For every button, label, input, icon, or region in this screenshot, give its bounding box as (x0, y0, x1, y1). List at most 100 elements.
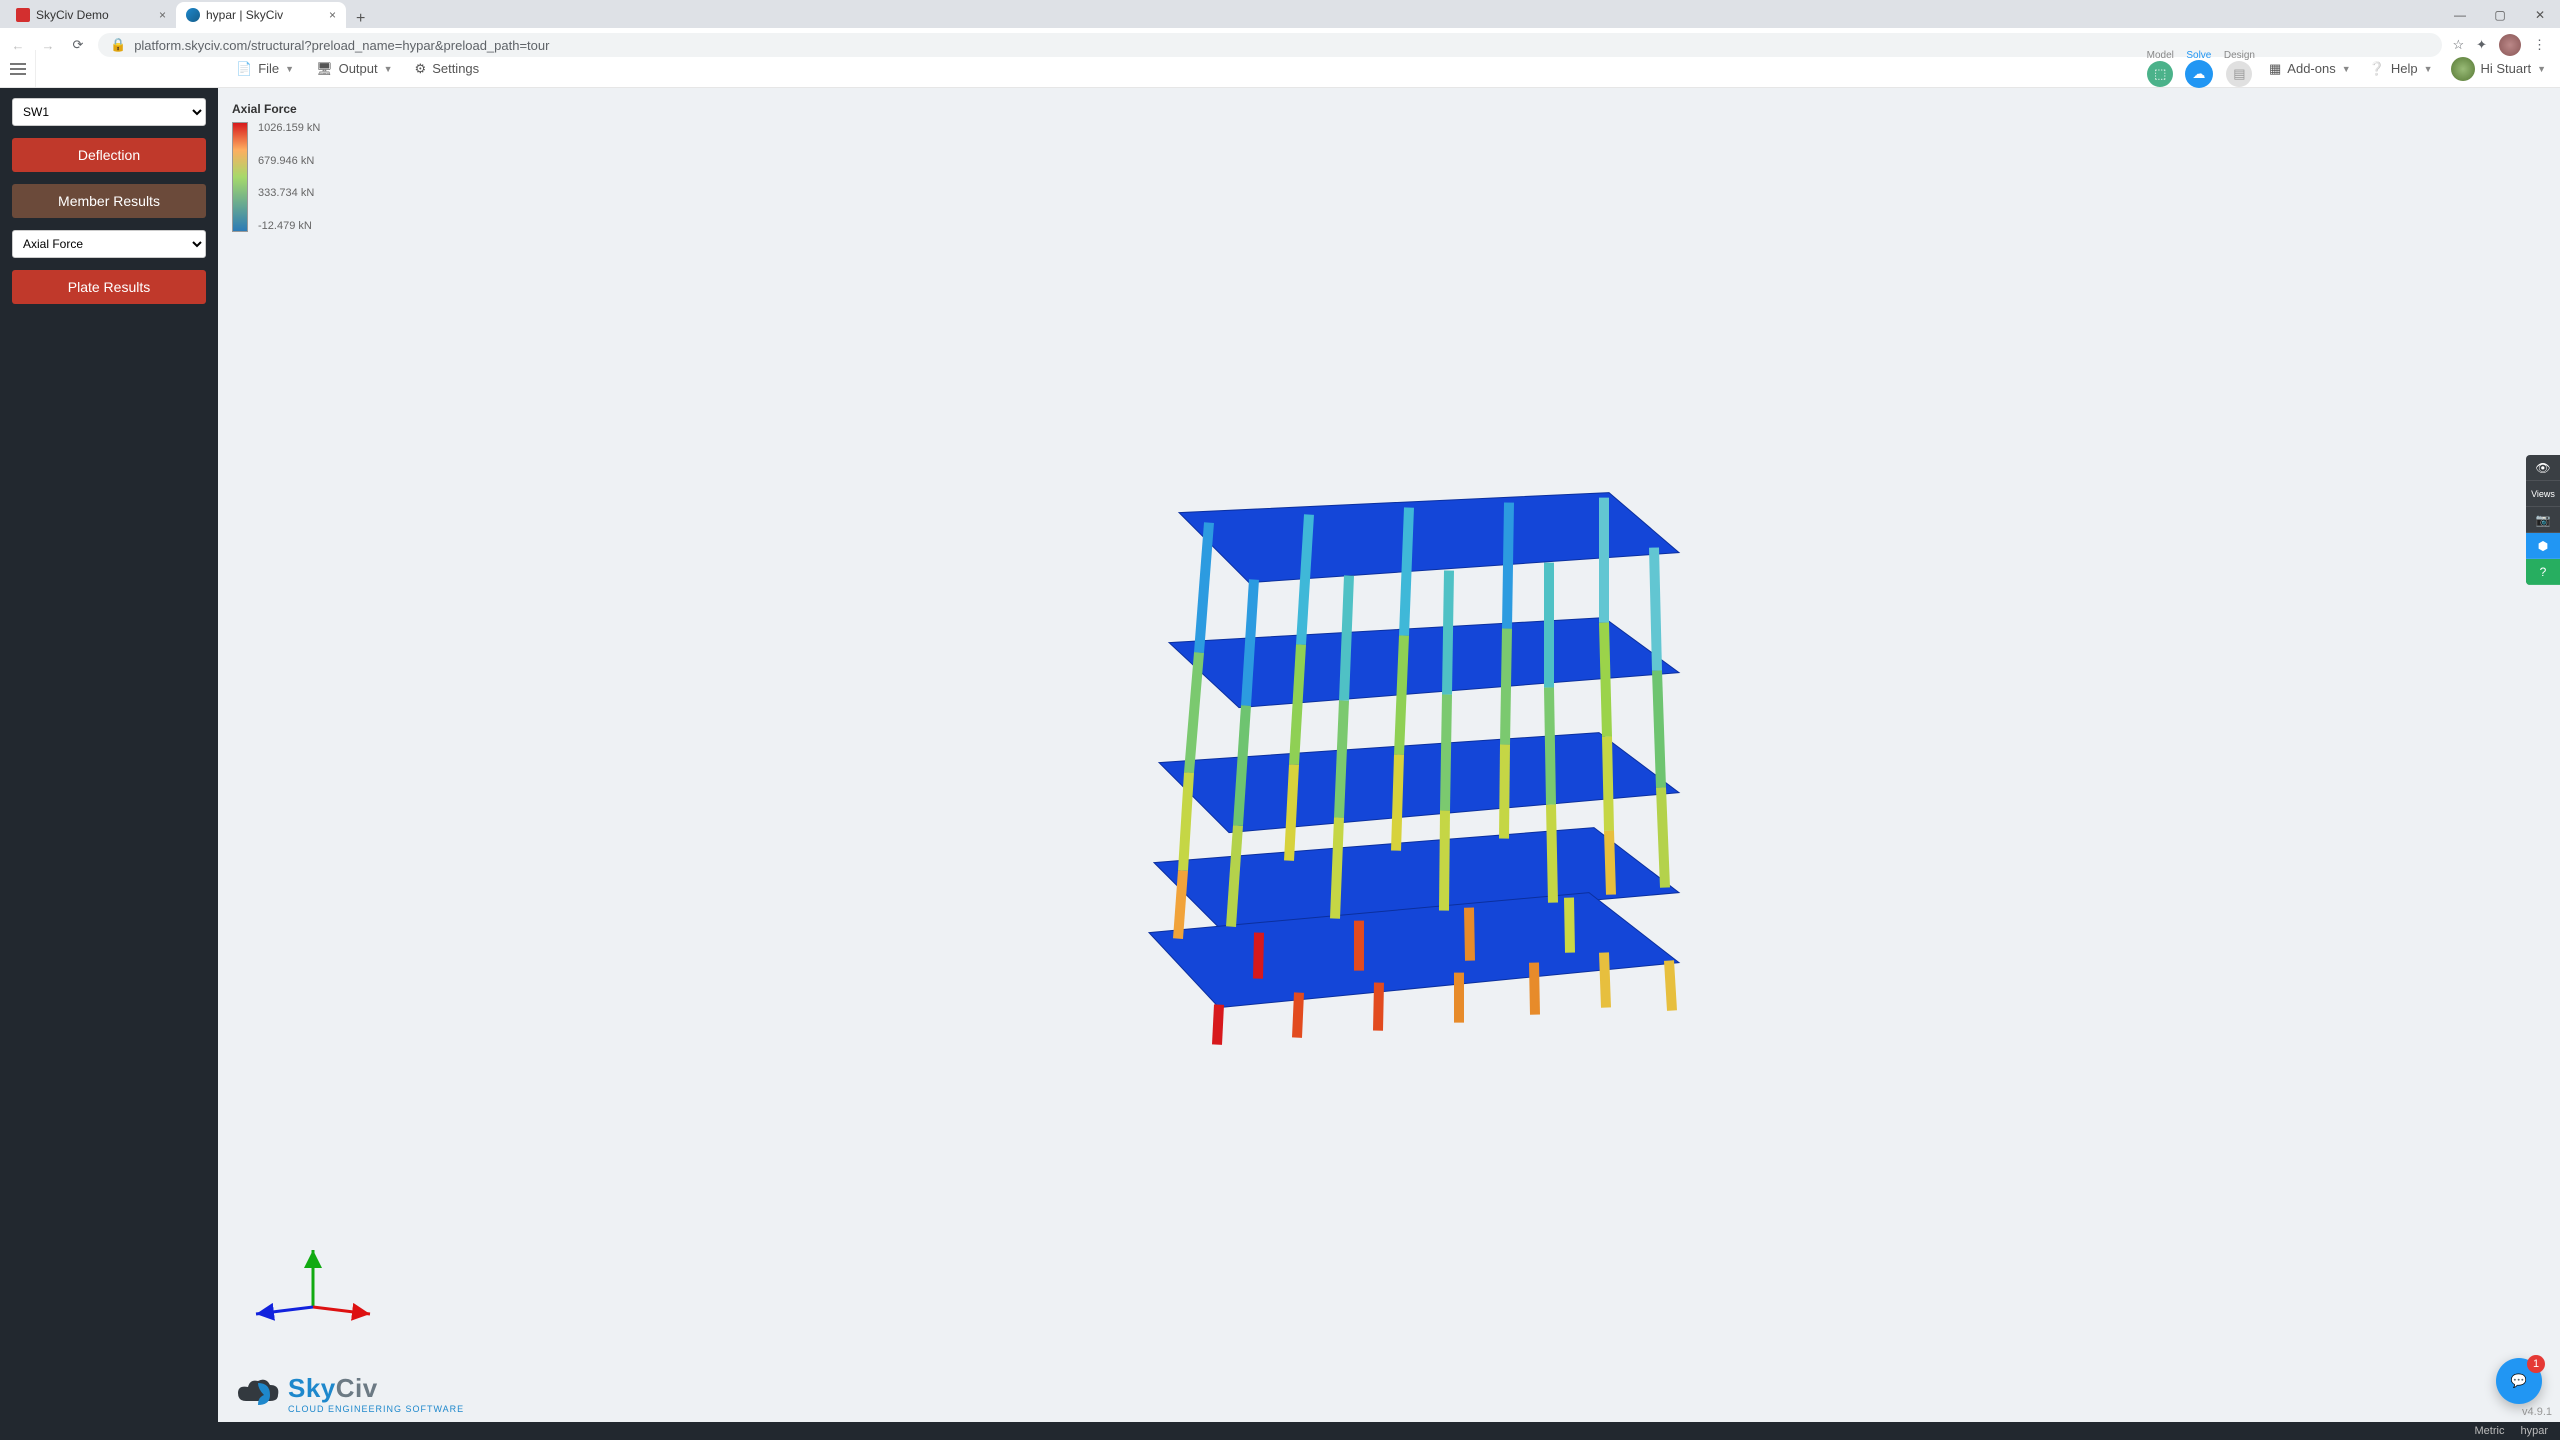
legend-value: -12.479 kN (258, 220, 320, 232)
addons-label: Add-ons (2287, 61, 2335, 76)
reload-icon[interactable]: ⟳ (68, 37, 88, 53)
window-controls: — ▢ ✕ (2440, 2, 2560, 28)
chevron-down-icon: ▼ (285, 64, 294, 74)
legend-value: 1026.159 kN (258, 122, 320, 134)
file-menu[interactable]: 📄 File ▼ (236, 61, 294, 77)
chat-button[interactable]: 💬 1 (2496, 1358, 2542, 1404)
file-label: File (258, 61, 279, 76)
floating-toolbar: 👁 Views 📷 ⬢ ? (2526, 455, 2560, 585)
monitor-icon: 🖥 (316, 61, 333, 77)
camera-icon: 📷 (2536, 513, 2551, 527)
question-icon: ? (2540, 565, 2547, 579)
url-text: platform.skyciv.com/structural?preload_n… (134, 38, 549, 53)
star-icon[interactable]: ☆ (2452, 37, 2464, 53)
deflection-button[interactable]: Deflection (12, 138, 206, 172)
user-greeting: Hi Stuart (2481, 61, 2532, 76)
stage-label: Design (2224, 50, 2255, 61)
skyciv-logo: SkyCiv CLOUD ENGINEERING SOFTWARE (236, 1373, 464, 1414)
url-field[interactable]: 🔒 platform.skyciv.com/structural?preload… (98, 33, 2442, 57)
hamburger-icon (10, 68, 26, 70)
new-tab-button[interactable]: + (346, 10, 375, 28)
stage-design[interactable]: Design▤ (2224, 50, 2255, 87)
chevron-down-icon: ▼ (2424, 64, 2433, 74)
tab-strip: SkyCiv Demo × hypar | SkyCiv × + — ▢ ✕ (0, 0, 2560, 28)
user-menu[interactable]: Hi Stuart ▼ (2451, 57, 2547, 81)
forward-icon[interactable]: → (38, 38, 58, 53)
extension-icons: ☆ ✦ ⋮ (2452, 34, 2552, 56)
help-label: Help (2391, 61, 2418, 76)
color-legend: Axial Force 1026.159 kN 679.946 kN 333.7… (232, 102, 320, 232)
visibility-button[interactable]: 👁 (2526, 455, 2560, 481)
legend-labels: 1026.159 kN 679.946 kN 333.734 kN -12.47… (258, 122, 320, 232)
chevron-down-icon: ▼ (384, 64, 393, 74)
favicon-icon (186, 8, 200, 22)
stage-solve[interactable]: Solve☁ (2186, 50, 2212, 87)
chevron-down-icon: ▼ (2537, 64, 2546, 74)
cube-icon: ⬢ (2538, 539, 2548, 553)
avatar-icon (2451, 57, 2475, 81)
help-float-button[interactable]: ? (2526, 559, 2560, 585)
load-case-select[interactable]: SW1 (12, 98, 206, 126)
main-menu: 📄 File ▼ 🖥 Output ▼ ⚙ Settings (36, 61, 479, 77)
lock-icon: 🔒 (110, 37, 126, 53)
cloud-logo-icon (236, 1377, 280, 1411)
legend-gradient (232, 122, 248, 232)
plate-results-button[interactable]: Plate Results (12, 270, 206, 304)
cloud-icon: ☁ (2186, 61, 2212, 87)
kebab-menu-icon[interactable]: ⋮ (2533, 37, 2546, 53)
project-label[interactable]: hypar (2520, 1425, 2548, 1437)
chat-unread-badge: 1 (2527, 1355, 2545, 1373)
tab-title: hypar | SkyCiv (206, 8, 283, 22)
output-label: Output (339, 61, 378, 76)
stage-model[interactable]: Model⬚ (2147, 50, 2174, 87)
profile-avatar-icon[interactable] (2499, 34, 2521, 56)
right-menu: ▦ Add-ons ▼ ❔ Help ▼ Hi Stuart ▼ (2269, 57, 2560, 81)
app-body: SW1 Deflection Member Results Axial Forc… (0, 88, 2560, 1422)
legend-value: 333.734 kN (258, 187, 320, 199)
help-menu[interactable]: ❔ Help ▼ (2369, 61, 2433, 77)
stage-label: Model (2147, 50, 2174, 61)
legend-value: 679.946 kN (258, 155, 320, 167)
browser-tab-1[interactable]: hypar | SkyCiv × (176, 2, 346, 28)
version-label: v4.9.1 (2522, 1406, 2552, 1418)
browser-tab-0[interactable]: SkyCiv Demo × (6, 2, 176, 28)
document-icon: ▤ (2226, 61, 2252, 87)
logo-wordmark: SkyCiv (288, 1373, 378, 1403)
grid-icon: ▦ (2269, 61, 2281, 77)
orientation-triad-icon (248, 1242, 378, 1332)
gear-icon: ⚙ (415, 61, 427, 77)
help-icon: ❔ (2369, 61, 2385, 77)
favicon-icon (16, 8, 30, 22)
settings-label: Settings (432, 61, 479, 76)
units-label[interactable]: Metric (2475, 1425, 2505, 1437)
views-button[interactable]: Views (2526, 481, 2560, 507)
output-menu[interactable]: 🖥 Output ▼ (316, 61, 392, 77)
close-icon[interactable]: × (329, 8, 336, 22)
minimize-icon[interactable]: — (2440, 2, 2480, 28)
result-type-select[interactable]: Axial Force (12, 230, 206, 258)
viewport-3d[interactable]: Axial Force 1026.159 kN 679.946 kN 333.7… (218, 88, 2560, 1422)
close-icon[interactable]: × (159, 8, 166, 22)
render-mode-button[interactable]: ⬢ (2526, 533, 2560, 559)
model-icon: ⬚ (2147, 61, 2173, 87)
hamburger-button[interactable] (0, 50, 36, 87)
maximize-icon[interactable]: ▢ (2480, 2, 2520, 28)
close-window-icon[interactable]: ✕ (2520, 2, 2560, 28)
browser-chrome: SkyCiv Demo × hypar | SkyCiv × + — ▢ ✕ ←… (0, 0, 2560, 50)
pipeline-stages: Model⬚ Solve☁ Design▤ (2133, 50, 2269, 87)
settings-menu[interactable]: ⚙ Settings (415, 61, 480, 77)
chevron-down-icon: ▼ (2342, 64, 2351, 74)
stage-label: Solve (2186, 50, 2212, 61)
legend-title: Axial Force (232, 102, 320, 116)
structural-model-render (1049, 433, 1729, 1053)
logo-tagline: CLOUD ENGINEERING SOFTWARE (288, 1404, 464, 1414)
status-bar: Metric hypar (0, 1422, 2560, 1440)
addons-menu[interactable]: ▦ Add-ons ▼ (2269, 61, 2351, 77)
screenshot-button[interactable]: 📷 (2526, 507, 2560, 533)
file-icon: 📄 (236, 61, 252, 77)
extensions-icon[interactable]: ✦ (2476, 37, 2487, 53)
chat-icon: 💬 (2511, 1373, 2527, 1389)
tab-title: SkyCiv Demo (36, 8, 109, 22)
member-results-button[interactable]: Member Results (12, 184, 206, 218)
results-sidebar: SW1 Deflection Member Results Axial Forc… (0, 88, 218, 1422)
